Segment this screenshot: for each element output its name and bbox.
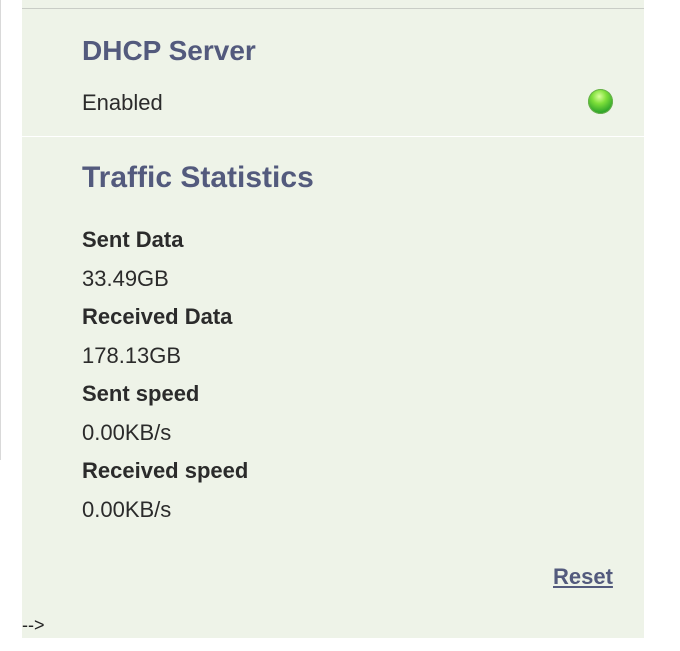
received-data-label: Received Data	[82, 304, 233, 329]
sent-speed-value: 0.00KB/s	[82, 420, 172, 445]
received-data-value: 178.13GB	[82, 343, 182, 368]
traffic-statistics-title: Traffic Statistics	[82, 161, 314, 194]
html-comment-remnant: -->	[22, 615, 45, 635]
reset-link[interactable]: Reset	[553, 564, 613, 590]
received-speed-label: Received speed	[82, 458, 249, 483]
left-edge-line	[0, 0, 1, 460]
received-speed-value: 0.00KB/s	[82, 497, 172, 522]
sent-speed-label: Sent speed	[82, 381, 200, 406]
dhcp-server-title: DHCP Server	[82, 35, 256, 66]
green-status-led-icon	[588, 89, 613, 114]
dhcp-status-text: Enabled	[82, 90, 163, 115]
top-divider	[22, 8, 644, 9]
sent-data-value: 33.49GB	[82, 266, 169, 291]
status-panel: DHCP Server Enabled Traffic Statistics S…	[22, 0, 644, 638]
section-divider	[22, 136, 644, 137]
sent-data-label: Sent Data	[82, 227, 184, 252]
